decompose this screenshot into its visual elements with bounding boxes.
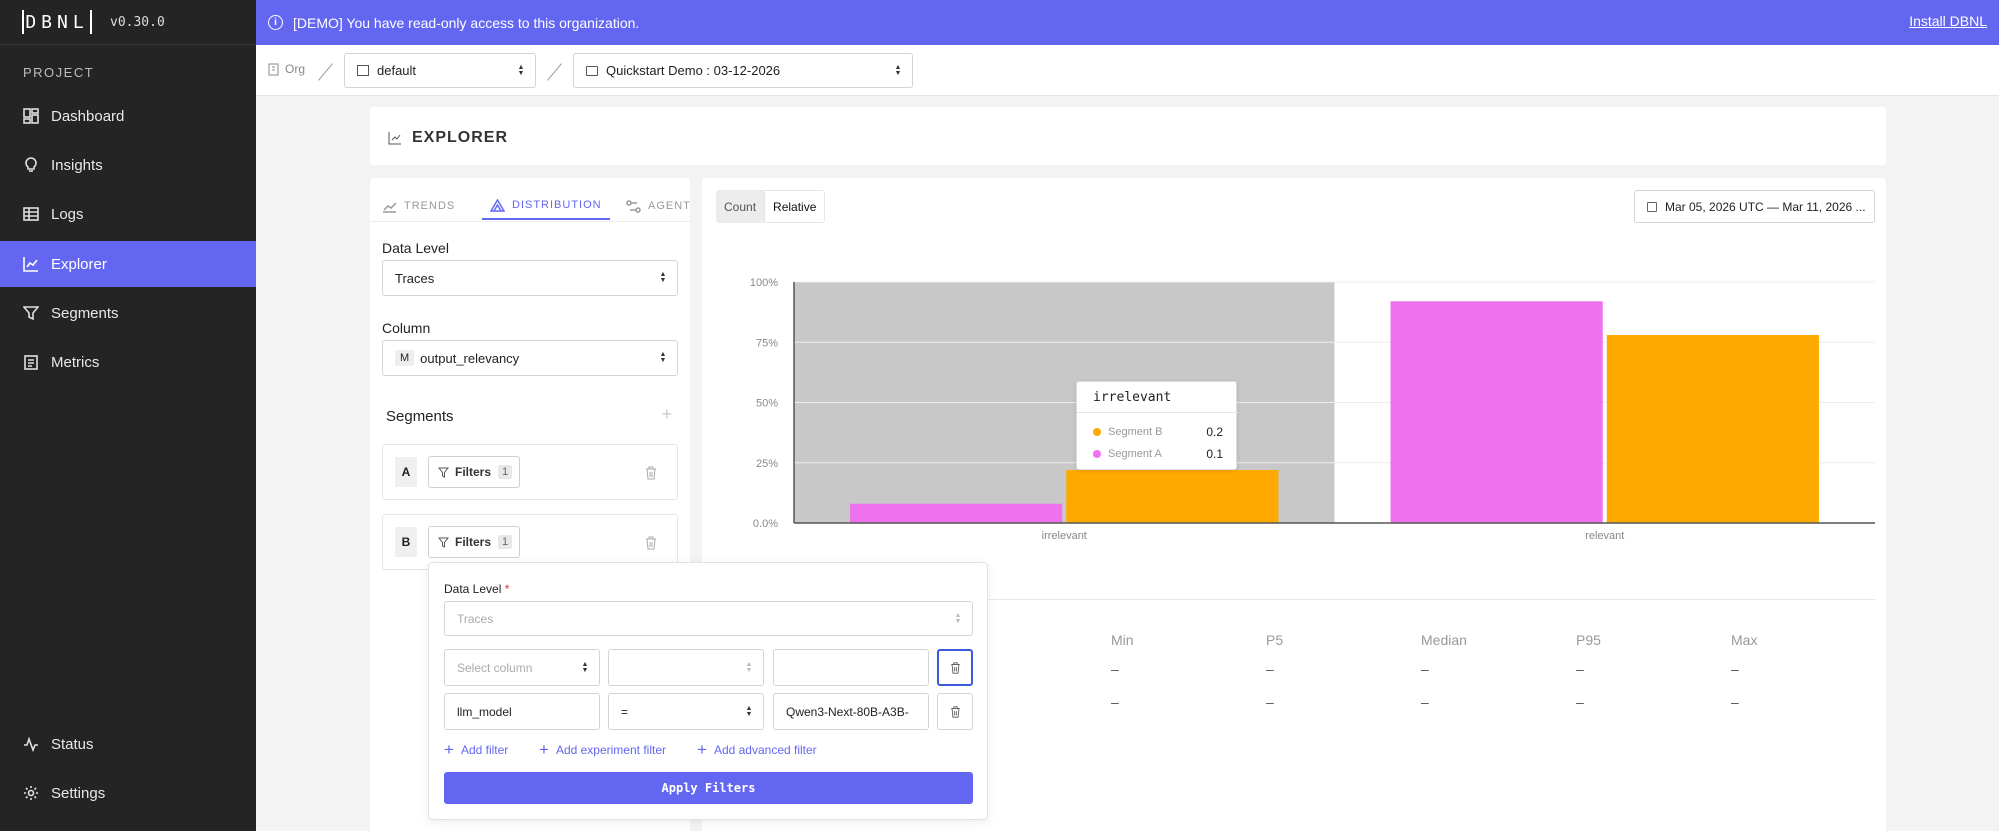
- y-tick-label: 100%: [750, 277, 778, 289]
- tooltip-series-value: 0.2: [1206, 425, 1223, 439]
- add-filter-link[interactable]: + Add filter: [444, 740, 508, 760]
- chevron-updown-icon: ▲ ▼: [954, 611, 962, 625]
- y-tick-label: 0.0%: [753, 518, 778, 530]
- x-tick-label: relevant: [1585, 530, 1624, 542]
- add-filter-label: Add filter: [460, 743, 509, 757]
- popover-data-level-select[interactable]: Traces ▲ ▼: [444, 601, 973, 636]
- stats-cell: –: [1576, 694, 1584, 710]
- add-advanced-filter-label: Add advanced filter: [713, 743, 817, 757]
- apply-filters-button[interactable]: Apply Filters: [444, 772, 973, 804]
- chart-tooltip: irrelevant Segment B 0.2 Segment A 0.1: [1076, 381, 1238, 470]
- delete-filter-button[interactable]: [937, 693, 973, 730]
- stats-cell: –: [1576, 661, 1584, 677]
- bar-segment-b-relevant: [1606, 335, 1819, 523]
- tooltip-title: irrelevant: [1093, 390, 1172, 405]
- stats-header-max: Max: [1731, 632, 1758, 648]
- tooltip-series-value: 0.1: [1206, 447, 1223, 461]
- trash-icon: [950, 661, 960, 674]
- stats-cell: –: [1266, 661, 1274, 677]
- filter-value-text: Qwen3-Next-80B-A3B-: [786, 704, 909, 719]
- filter-value-input[interactable]: Qwen3-Next-80B-A3B-: [773, 693, 929, 730]
- y-tick-label: 50%: [756, 398, 778, 410]
- tooltip-row-segment-a: Segment A 0.1: [1093, 447, 1223, 461]
- segment-a-dot: [1093, 450, 1101, 458]
- tooltip-series-name: Segment A: [1108, 448, 1162, 460]
- data-level-label-text: Data Level: [444, 582, 502, 596]
- segment-b-dot: [1093, 428, 1101, 436]
- x-tick-label: irrelevant: [1042, 530, 1087, 542]
- popover-data-level-label: Data Level *: [444, 582, 509, 596]
- bar-segment-b-irrelevant: [1066, 469, 1279, 523]
- stats-cell: –: [1421, 661, 1429, 677]
- filter-operator-select[interactable]: ▲ ▼: [608, 649, 764, 686]
- filter-column-value: Select column: [457, 660, 533, 675]
- stats-header-p5: P5: [1266, 632, 1284, 648]
- plus-icon: +: [444, 740, 454, 759]
- stats-header-min: Min: [1111, 632, 1134, 648]
- add-advanced-filter-link[interactable]: + Add advanced filter: [697, 740, 817, 760]
- stats-header-p95: P95: [1576, 632, 1601, 648]
- delete-filter-button[interactable]: [937, 649, 973, 686]
- stats-cell: –: [1421, 694, 1429, 710]
- stats-cell: –: [1266, 694, 1274, 710]
- tooltip-row-segment-b: Segment B 0.2: [1093, 425, 1223, 439]
- bar-segment-a-relevant: [1390, 301, 1603, 523]
- add-experiment-filter-link[interactable]: + Add experiment filter: [539, 740, 666, 760]
- filter-operator-value: =: [621, 704, 629, 719]
- stats-cell: –: [1731, 661, 1739, 677]
- plus-icon: +: [697, 740, 707, 759]
- y-tick-label: 25%: [756, 458, 778, 470]
- filter-column-select[interactable]: Select column ▲ ▼: [444, 649, 600, 686]
- bar-segment-a-irrelevant: [850, 503, 1063, 523]
- plus-icon: +: [539, 740, 549, 759]
- stats-cell: –: [1111, 661, 1119, 677]
- required-mark: *: [504, 582, 510, 596]
- distribution-chart: 0.0% 25% 50% 75% 100% irrelevant relevant: [750, 277, 1875, 542]
- add-experiment-filter-label: Add experiment filter: [555, 743, 666, 757]
- filter-column-select[interactable]: llm_model: [444, 693, 600, 730]
- y-tick-label: 75%: [756, 337, 778, 349]
- trash-icon: [950, 705, 960, 718]
- chevron-updown-icon: ▲ ▼: [745, 660, 753, 674]
- stats-cell: –: [1731, 694, 1739, 710]
- filter-column-value: llm_model: [457, 704, 512, 719]
- stats-cell: –: [1111, 694, 1119, 710]
- segment-filter-popover: Data Level * Traces ▲ ▼ Select column ▲ ▼ …: [428, 562, 988, 820]
- stats-header-median: Median: [1421, 632, 1467, 648]
- filter-operator-select[interactable]: = ▲ ▼: [608, 693, 764, 730]
- chevron-updown-icon: ▲ ▼: [745, 704, 753, 718]
- chevron-updown-icon: ▲ ▼: [581, 660, 589, 674]
- filter-value-input[interactable]: [773, 649, 929, 686]
- tooltip-series-name: Segment B: [1108, 426, 1163, 438]
- tooltip-divider: [1077, 412, 1238, 413]
- data-level-placeholder: Traces: [457, 611, 494, 626]
